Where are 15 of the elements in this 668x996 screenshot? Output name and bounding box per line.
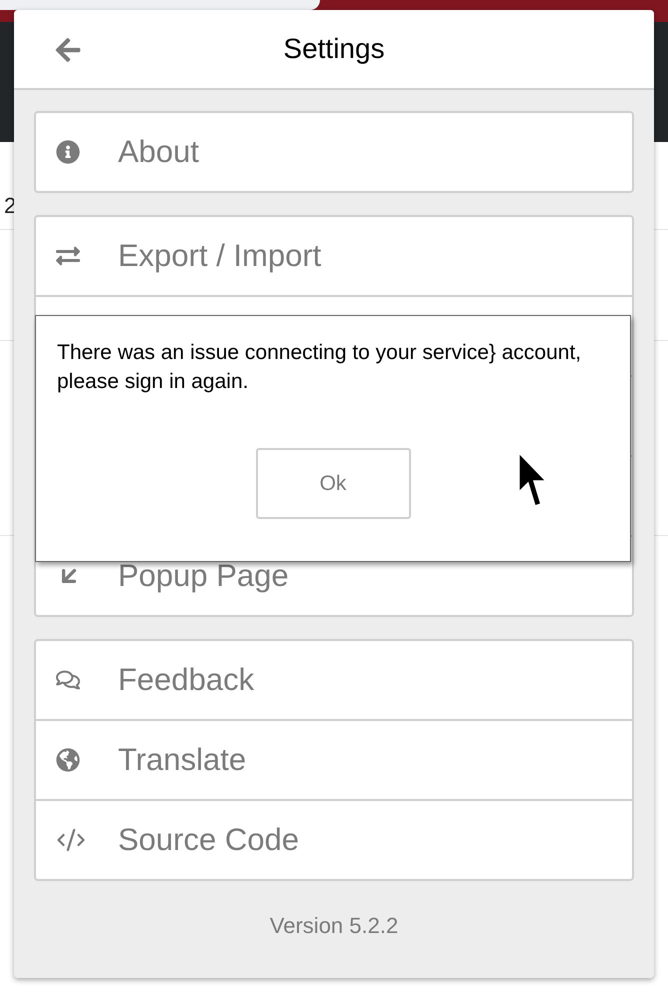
exchange-icon [56,244,80,268]
menu-item[interactable]: Feedback [118,662,254,698]
version-text: Version 5.2.2 [270,913,398,939]
menu-item[interactable]: Export / Import [118,238,322,274]
dialog-message: There was an issue connecting to your service} account, please sign in again. [57,340,582,395]
globe-icon [56,748,80,772]
menu-item[interactable]: Popup Page [118,558,289,594]
menu-item[interactable]: Source Code [118,822,299,858]
menu-item[interactable]: About [118,134,200,170]
comments-icon [56,668,80,692]
ok-button[interactable]: Ok [256,448,410,519]
panel-title: Settings [283,33,385,65]
back-icon[interactable] [54,36,82,64]
menu-item[interactable]: Translate [118,742,246,778]
info-icon [56,140,80,164]
